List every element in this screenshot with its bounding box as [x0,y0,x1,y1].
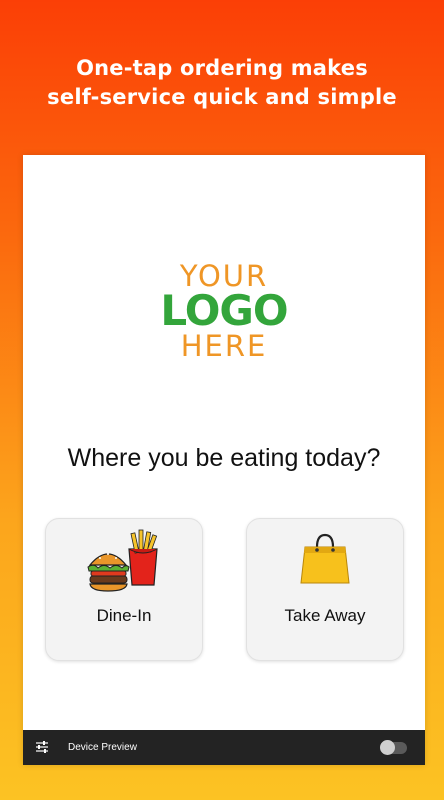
shopping-bag-icon [247,533,403,592]
headline: One-tap ordering makes self-service quic… [0,54,444,112]
device-preview-toggle[interactable] [380,740,407,755]
dining-question: Where you be eating today? [67,444,381,472]
logo: YOUR LOGO HERE [23,260,425,362]
dine-in-label: Dine-In [96,606,152,625]
toggle-knob [380,740,395,755]
device-preview-label: Device Preview [68,742,137,753]
take-away-label: Take Away [284,606,366,625]
take-away-button[interactable]: Take Away [246,518,404,661]
headline-line-2: self-service quick and simple [47,85,397,109]
logo-line-2: LOGO [160,286,288,335]
headline-line-1: One-tap ordering makes [76,56,368,80]
logo-line-3: HERE [180,329,268,363]
device-preview-bar: Device Preview [23,730,425,765]
device-preview-screen: YOUR LOGO HERE Where you be eating today… [23,155,425,765]
settings-sliders-icon[interactable] [35,740,49,759]
burger-fries-icon [46,527,202,598]
dine-in-button[interactable]: Dine-In [45,518,203,661]
